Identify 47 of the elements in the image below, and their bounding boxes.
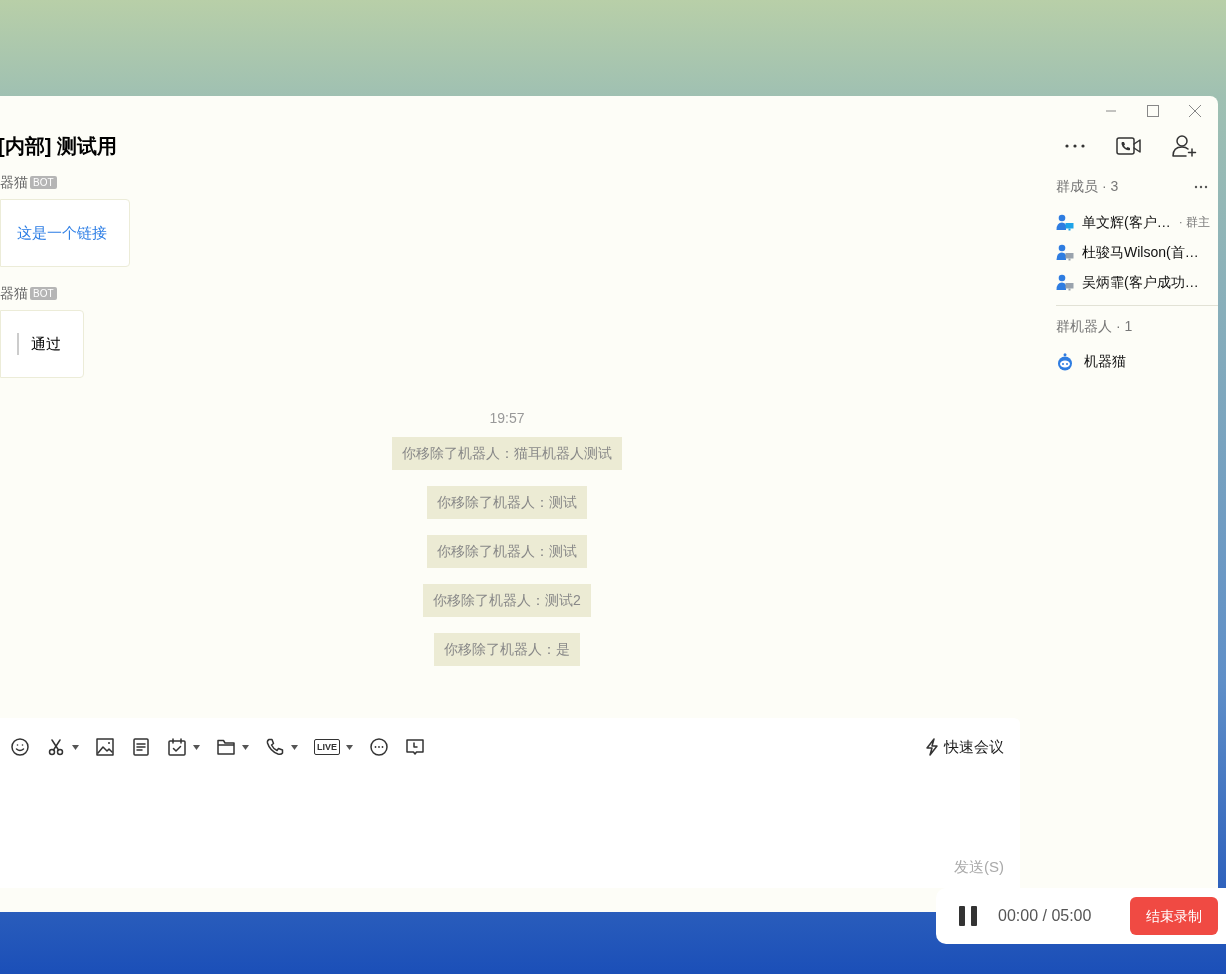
- video-call-icon[interactable]: [1116, 136, 1142, 156]
- caret-icon[interactable]: [291, 744, 298, 750]
- bot-tag: BOT: [30, 176, 57, 189]
- calendar-icon[interactable]: [167, 737, 187, 757]
- recording-timer: 00:00 / 05:00: [998, 906, 1092, 926]
- image-icon[interactable]: [95, 737, 115, 757]
- pause-icon[interactable]: [958, 906, 980, 926]
- caret-icon[interactable]: [193, 744, 200, 750]
- sender-name: 器猫: [0, 173, 28, 192]
- clock-icon[interactable]: [405, 737, 425, 757]
- robot-icon: [1056, 352, 1074, 371]
- caret-icon[interactable]: [346, 744, 353, 750]
- bot-tag: BOT: [30, 287, 57, 300]
- quick-meeting-button[interactable]: 快速会议: [924, 735, 1004, 759]
- maximize-icon[interactable]: [1146, 104, 1160, 118]
- input-area[interactable]: LIVE 快速会议 发送(S): [0, 718, 1020, 888]
- lightning-icon: [924, 738, 940, 756]
- more-icon[interactable]: [1194, 184, 1208, 189]
- live-icon[interactable]: LIVE: [314, 739, 340, 755]
- more-icon[interactable]: [1064, 143, 1086, 149]
- emoji-icon[interactable]: [10, 737, 30, 757]
- message-link[interactable]: 这是一个链接: [17, 221, 107, 245]
- stop-recording-button[interactable]: 结束录制: [1130, 897, 1218, 935]
- close-icon[interactable]: [1188, 104, 1202, 118]
- members-title: 群成员 · 3: [1056, 177, 1119, 196]
- more-icon[interactable]: [369, 737, 389, 757]
- folder-icon[interactable]: [216, 737, 236, 757]
- add-member-icon[interactable]: [1172, 134, 1198, 158]
- doc-icon[interactable]: [131, 737, 151, 757]
- system-notice: 你移除了机器人：猫耳机器人测试: [392, 437, 622, 470]
- caret-icon[interactable]: [72, 744, 79, 750]
- bots-title: 群机器人 · 1: [1056, 317, 1134, 336]
- sender-name: 器猫: [0, 284, 28, 303]
- system-notice: 你移除了机器人：是: [434, 633, 580, 666]
- owner-tag: · 群主: [1178, 213, 1210, 231]
- member-item[interactable]: 单文辉(客户… · 群主: [1040, 211, 1218, 233]
- timestamp: 19:57: [489, 409, 525, 428]
- phone-icon[interactable]: [265, 737, 285, 757]
- caret-icon[interactable]: [242, 744, 249, 750]
- member-item[interactable]: 杜骏马Wilson(首…: [1040, 241, 1218, 263]
- quoted-text: 通过: [17, 332, 61, 356]
- member-item[interactable]: 吴炳霏(客户成功…: [1040, 271, 1218, 293]
- bot-item[interactable]: 机器猫: [1056, 351, 1218, 372]
- system-notice: 你移除了机器人：测试: [427, 486, 587, 519]
- system-notice: 你移除了机器人：测试: [427, 535, 587, 568]
- system-notice: 你移除了机器人：测试2: [423, 584, 591, 617]
- scissors-icon[interactable]: [46, 737, 66, 757]
